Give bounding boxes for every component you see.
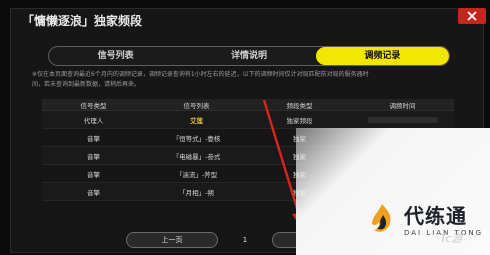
dialog-title: 「慵懒逐浪」独家频段 <box>22 14 143 28</box>
notice-line-1: ※仅在本页面查询最近6个月内的调频记录，调频记录查询有1小时左右的延迟，以下的调… <box>32 71 369 78</box>
cell-time <box>351 111 454 128</box>
notice-text: ※仅在本页面查询最近6个月内的调频记录，调频记录查询有1小时左右的延迟，以下的调… <box>32 70 472 90</box>
redacted-time <box>367 116 438 123</box>
cell-type: 代理人 <box>83 116 104 125</box>
header-signal-type: 信号类型 <box>80 101 107 110</box>
close-icon <box>467 11 477 21</box>
tab-tuning-records[interactable]: 调频记录 <box>315 47 449 65</box>
cell-list: 「月相」-朔 <box>179 188 214 197</box>
watermark-logo: 代练通 DAI LIAN TONG <box>364 200 483 237</box>
cell-type: 音擎 <box>87 152 100 161</box>
notice-line-2: 间，若未查询到最新数据，请稍后再来。 <box>32 81 141 88</box>
cell-list: 「恒等式」-壹核 <box>172 134 221 143</box>
flame-logo-icon <box>372 203 391 232</box>
cell-list: 「湍流」-斧型 <box>175 170 218 179</box>
cell-band: 独家频段 <box>286 116 313 125</box>
cell-list: 「电磁暴」-叁式 <box>172 152 221 161</box>
watermark-extra: Tc游 <box>440 232 463 245</box>
header-signal-list: 信号列表 <box>183 101 210 110</box>
header-band-type: 频段类型 <box>286 101 313 110</box>
cell-list: 艾莲 <box>190 116 203 125</box>
close-button[interactable] <box>458 8 486 24</box>
tab-bar: 信号列表 详情说明 调频记录 <box>48 46 450 66</box>
tab-signal-list[interactable]: 信号列表 <box>49 47 182 65</box>
table-row: 代理人 艾莲 独家频段 <box>42 111 454 129</box>
header-tuning-time: 调频时间 <box>389 101 416 110</box>
cell-type: 音擎 <box>87 170 100 179</box>
table-header: 信号类型 信号列表 频段类型 调频时间 <box>42 99 454 111</box>
tab-details[interactable]: 详情说明 <box>182 47 315 65</box>
watermark-brand: 代练通 <box>404 204 467 228</box>
cell-type: 音擎 <box>87 134 100 143</box>
page-number: 1 <box>242 236 248 244</box>
cell-type: 音擎 <box>87 188 100 197</box>
prev-page-button[interactable]: 上一页 <box>126 232 218 248</box>
